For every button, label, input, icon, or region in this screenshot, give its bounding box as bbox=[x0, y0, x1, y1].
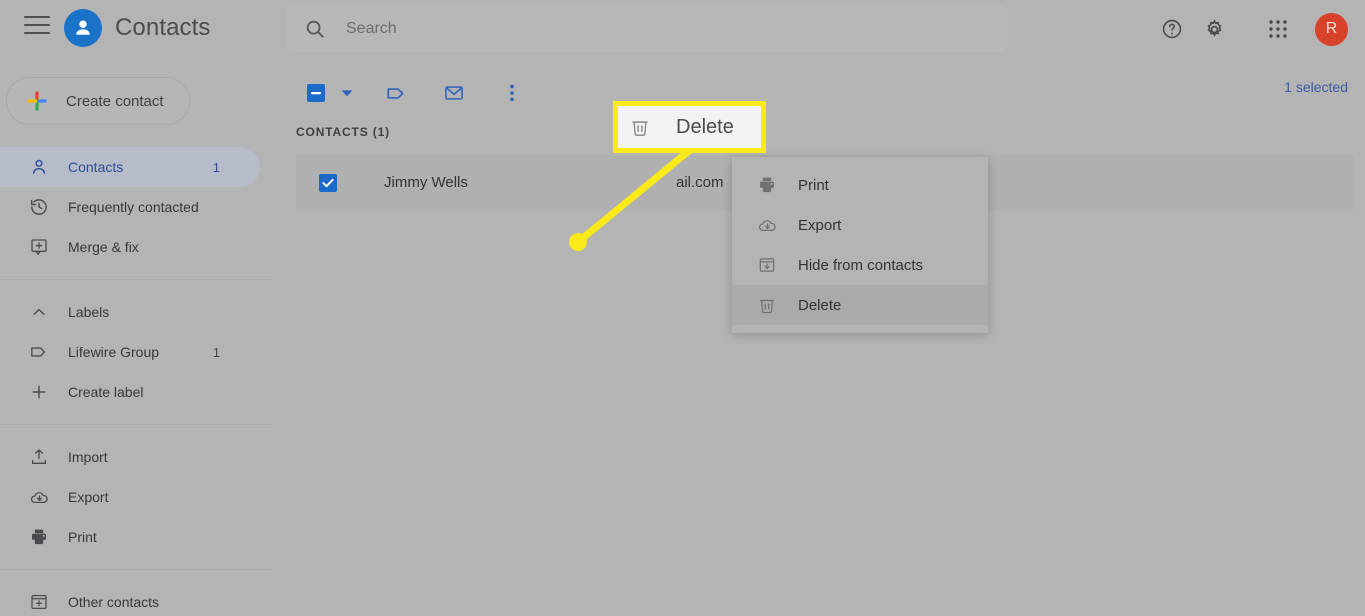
sidebar-item-import[interactable]: Import bbox=[0, 437, 260, 477]
help-icon[interactable] bbox=[1151, 8, 1193, 50]
sidebar-item-merge-and-fix[interactable]: Merge & fix bbox=[0, 227, 260, 267]
label-tag-icon bbox=[28, 341, 50, 363]
history-clock-icon bbox=[28, 196, 50, 218]
menu-item-hide-from-contacts[interactable]: Hide from contacts bbox=[732, 245, 988, 285]
main-content: 1 selected CONTACTS (1) Jimmy Wells ail.… bbox=[271, 57, 1365, 616]
create-contact-button[interactable]: Create contact bbox=[6, 77, 190, 125]
printer-icon bbox=[28, 526, 50, 548]
sidebar-item-label: Frequently contacted bbox=[68, 199, 199, 215]
sidebar: Create contact Contacts 1 Frequently con… bbox=[0, 57, 271, 616]
sidebar-item-label: Labels bbox=[68, 304, 110, 320]
sidebar-item-label: Export bbox=[68, 489, 109, 505]
plus-icon bbox=[28, 381, 50, 403]
sidebar-divider bbox=[0, 279, 271, 280]
sidebar-item-count: 1 bbox=[212, 344, 220, 360]
menu-item-delete[interactable]: Delete bbox=[732, 285, 988, 325]
google-apps-grid-icon[interactable] bbox=[1257, 8, 1299, 50]
annotation-callout-label: Delete bbox=[676, 115, 734, 138]
person-outline-icon bbox=[28, 156, 50, 178]
sidebar-item-lifewire-group[interactable]: Lifewire Group 1 bbox=[0, 332, 260, 372]
sidebar-item-label: Print bbox=[68, 529, 97, 545]
contact-email: ail.com bbox=[676, 174, 724, 191]
app-header: Contacts Search R bbox=[0, 0, 1365, 57]
merge-fix-icon bbox=[28, 236, 50, 258]
menu-item-label: Hide from contacts bbox=[798, 256, 924, 274]
app-logo-title: Contacts bbox=[64, 9, 211, 47]
printer-icon bbox=[756, 174, 778, 196]
sidebar-item-label: Other contacts bbox=[68, 594, 160, 610]
import-upload-icon bbox=[28, 446, 50, 468]
export-cloud-download-icon bbox=[28, 486, 50, 508]
person-avatar-icon bbox=[64, 9, 102, 47]
annotation-callout-delete: Delete bbox=[613, 101, 766, 153]
search-icon bbox=[304, 18, 326, 40]
sidebar-item-export[interactable]: Export bbox=[0, 477, 260, 517]
sidebar-item-label: Import bbox=[68, 449, 108, 465]
sidebar-item-label: Create label bbox=[68, 384, 144, 400]
sidebar-item-count: 1 bbox=[212, 159, 220, 175]
sidebar-item-label: Merge & fix bbox=[68, 239, 139, 255]
settings-gear-icon[interactable] bbox=[1193, 8, 1235, 50]
trash-icon bbox=[756, 294, 778, 316]
chevron-down-icon[interactable] bbox=[336, 73, 358, 113]
row-checkbox[interactable] bbox=[319, 173, 337, 192]
menu-item-label: Export bbox=[798, 216, 842, 234]
menu-item-label: Print bbox=[798, 176, 829, 194]
sidebar-item-label: Contacts bbox=[68, 159, 124, 175]
sidebar-item-other-contacts[interactable]: Other contacts bbox=[0, 582, 260, 616]
app-header-actions: R bbox=[1151, 8, 1351, 50]
sidebar-item-print[interactable]: Print bbox=[0, 517, 260, 557]
other-contacts-icon bbox=[28, 591, 50, 613]
contacts-app-window: Contacts Search R Create contact Contact… bbox=[0, 0, 1365, 616]
sidebar-item-labels[interactable]: Labels bbox=[0, 292, 260, 332]
sidebar-item-contacts[interactable]: Contacts 1 bbox=[0, 147, 260, 187]
selected-count-label[interactable]: 1 selected bbox=[1284, 79, 1348, 95]
contact-name: Jimmy Wells bbox=[384, 174, 468, 191]
select-all-checkbox[interactable] bbox=[296, 73, 336, 113]
trash-icon bbox=[629, 116, 651, 138]
selection-toolbar bbox=[296, 69, 532, 117]
hide-from-contacts-icon bbox=[756, 254, 778, 276]
search-bar[interactable]: Search bbox=[286, 5, 1008, 52]
search-input[interactable]: Search bbox=[346, 20, 397, 38]
google-plus-icon bbox=[25, 89, 49, 113]
contacts-section-header: CONTACTS (1) bbox=[296, 125, 390, 139]
menu-item-label: Delete bbox=[798, 296, 842, 314]
sidebar-divider bbox=[0, 569, 271, 570]
sidebar-item-create-label[interactable]: Create label bbox=[0, 372, 260, 412]
chevron-up-icon bbox=[28, 301, 50, 323]
sidebar-nav: Contacts 1 Frequently contacted Merge & … bbox=[0, 147, 271, 616]
sidebar-divider bbox=[0, 424, 271, 425]
more-actions-dropdown-menu: Print Export Hide from contacts Delete bbox=[732, 157, 988, 333]
manage-labels-button[interactable] bbox=[376, 73, 416, 113]
export-cloud-download-icon bbox=[756, 214, 778, 236]
create-contact-label: Create contact bbox=[66, 92, 164, 110]
sidebar-item-label: Lifewire Group bbox=[68, 344, 160, 360]
page-title: Contacts bbox=[115, 14, 211, 41]
more-actions-button[interactable] bbox=[492, 73, 532, 113]
avatar[interactable]: R bbox=[1315, 12, 1348, 46]
sidebar-item-frequently-contacted[interactable]: Frequently contacted bbox=[0, 187, 260, 227]
send-email-button[interactable] bbox=[434, 73, 474, 113]
menu-item-export[interactable]: Export bbox=[732, 205, 988, 245]
hamburger-menu-icon[interactable] bbox=[24, 16, 50, 40]
menu-item-print[interactable]: Print bbox=[732, 165, 988, 205]
